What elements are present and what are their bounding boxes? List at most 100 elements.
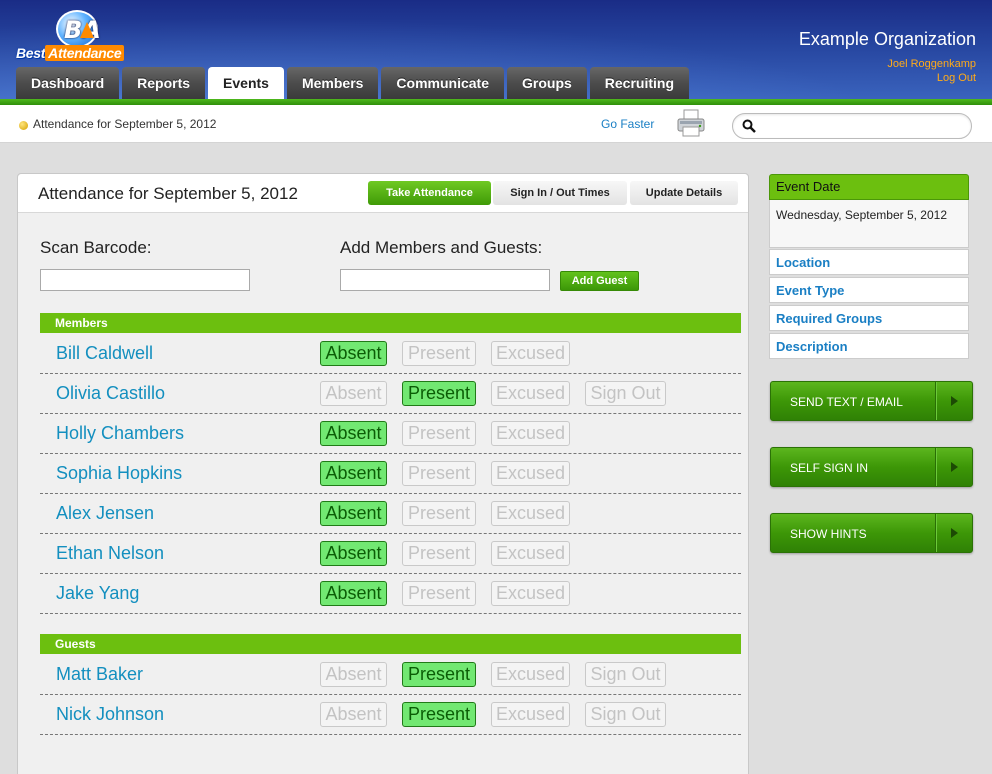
absent-button[interactable]: Absent: [320, 381, 387, 406]
scan-barcode-input[interactable]: [40, 269, 250, 291]
breadcrumb: Attendance for September 5, 2012: [33, 117, 217, 131]
breadcrumb-bullet-icon: [19, 121, 28, 130]
self-sign-in-label: SELF SIGN IN: [790, 461, 869, 475]
arrow-right-icon: [951, 462, 958, 472]
nav-tab-communicate[interactable]: Communicate: [381, 67, 504, 99]
person-name-link[interactable]: Holly Chambers: [56, 423, 184, 444]
signout-button[interactable]: Sign Out: [585, 702, 666, 727]
excused-button[interactable]: Excused: [491, 662, 570, 687]
present-button[interactable]: Present: [402, 381, 476, 406]
excused-button[interactable]: Excused: [491, 541, 570, 566]
send-text-email-label: SEND TEXT / EMAIL: [790, 395, 903, 409]
user-name-link[interactable]: Joel Roggenkamp: [887, 58, 976, 70]
nav-tab-dashboard[interactable]: Dashboard: [16, 67, 120, 99]
search-icon: [742, 119, 756, 133]
nav-tab-recruiting[interactable]: Recruiting: [589, 67, 690, 99]
present-button[interactable]: Present: [402, 581, 476, 606]
present-button[interactable]: Present: [402, 341, 476, 366]
excused-button[interactable]: Excused: [491, 461, 570, 486]
present-button[interactable]: Present: [402, 461, 476, 486]
absent-button[interactable]: Absent: [320, 501, 387, 526]
present-button[interactable]: Present: [402, 501, 476, 526]
absent-button[interactable]: Absent: [320, 541, 387, 566]
excused-button[interactable]: Excused: [491, 381, 570, 406]
button-separator: [935, 448, 936, 486]
absent-button[interactable]: Absent: [320, 421, 387, 446]
arrow-right-icon: [951, 528, 958, 538]
excused-button[interactable]: Excused: [491, 581, 570, 606]
attendance-row: Nick Johnson Absent Present Excused Sign Out: [40, 695, 741, 735]
logo-wordmark: Best Attendance: [16, 45, 125, 61]
arrow-right-icon: [951, 396, 958, 406]
person-name-link[interactable]: Nick Johnson: [56, 704, 164, 725]
logo-mark: BA: [56, 10, 101, 48]
attendance-row: Bill Caldwell Absent Present Excused: [40, 334, 741, 374]
attendance-panel: Attendance for September 5, 2012 Take At…: [17, 173, 749, 774]
go-faster-link[interactable]: Go Faster: [601, 117, 654, 131]
main-nav: Dashboard Reports Events Members Communi…: [16, 67, 690, 99]
button-separator: [935, 514, 936, 552]
signout-button[interactable]: Sign Out: [585, 662, 666, 687]
required-groups-link[interactable]: Required Groups: [769, 305, 969, 331]
members-section-header: Members: [40, 313, 741, 333]
nav-tab-groups[interactable]: Groups: [507, 67, 587, 99]
logout-link[interactable]: Log Out: [937, 72, 976, 84]
absent-button[interactable]: Absent: [320, 662, 387, 687]
nav-tab-events[interactable]: Events: [208, 67, 284, 99]
search-field[interactable]: [732, 113, 972, 139]
attendance-row: Ethan Nelson Absent Present Excused: [40, 534, 741, 574]
present-button[interactable]: Present: [402, 702, 476, 727]
absent-button[interactable]: Absent: [320, 702, 387, 727]
nav-tab-reports[interactable]: Reports: [122, 67, 206, 99]
event-type-link[interactable]: Event Type: [769, 277, 969, 303]
signout-button[interactable]: Sign Out: [585, 381, 666, 406]
tab-update-details[interactable]: Update Details: [630, 181, 738, 205]
logo-letters: BA: [64, 16, 101, 44]
add-members-label: Add Members and Guests:: [340, 238, 543, 257]
present-button[interactable]: Present: [402, 421, 476, 446]
person-name-link[interactable]: Jake Yang: [56, 583, 139, 604]
excused-button[interactable]: Excused: [491, 341, 570, 366]
person-name-link[interactable]: Alex Jensen: [56, 503, 154, 524]
absent-button[interactable]: Absent: [320, 341, 387, 366]
person-name-link[interactable]: Bill Caldwell: [56, 343, 153, 364]
search-input[interactable]: [759, 117, 959, 135]
attendance-row: Jake Yang Absent Present Excused: [40, 574, 741, 614]
add-guest-button[interactable]: Add Guest: [560, 271, 639, 291]
self-sign-in-button[interactable]: SELF SIGN IN: [770, 447, 973, 487]
attendance-row: Holly Chambers Absent Present Excused: [40, 414, 741, 454]
guests-section-header: Guests: [40, 634, 741, 654]
sub-toolbar: Attendance for September 5, 2012 Go Fast…: [0, 105, 992, 143]
tab-take-attendance[interactable]: Take Attendance: [368, 181, 491, 205]
printer-icon[interactable]: [676, 108, 706, 138]
attendance-row: Matt Baker Absent Present Excused Sign Out: [40, 655, 741, 695]
panel-title: Attendance for September 5, 2012: [38, 184, 298, 203]
excused-button[interactable]: Excused: [491, 421, 570, 446]
person-name-link[interactable]: Ethan Nelson: [56, 543, 164, 564]
send-text-email-button[interactable]: SEND TEXT / EMAIL: [770, 381, 973, 421]
nav-tab-members[interactable]: Members: [286, 67, 379, 99]
event-date-header[interactable]: Event Date: [769, 174, 969, 200]
location-link[interactable]: Location: [769, 249, 969, 275]
present-button[interactable]: Present: [402, 541, 476, 566]
person-name-link[interactable]: Matt Baker: [56, 664, 143, 685]
best-attendance-logo[interactable]: BA Best Attendance: [16, 8, 141, 64]
absent-button[interactable]: Absent: [320, 581, 387, 606]
present-button[interactable]: Present: [402, 662, 476, 687]
attendance-row: Sophia Hopkins Absent Present Excused: [40, 454, 741, 494]
logo-word-best: Best: [16, 45, 46, 61]
person-name-link[interactable]: Olivia Castillo: [56, 383, 165, 404]
excused-button[interactable]: Excused: [491, 501, 570, 526]
add-members-input[interactable]: [340, 269, 550, 291]
logo-word-attendance: Attendance: [45, 45, 125, 61]
show-hints-label: SHOW HINTS: [790, 527, 867, 541]
attendance-row: Alex Jensen Absent Present Excused: [40, 494, 741, 534]
tab-sign-in-out-times[interactable]: Sign In / Out Times: [493, 181, 627, 205]
excused-button[interactable]: Excused: [491, 702, 570, 727]
show-hints-button[interactable]: SHOW HINTS: [770, 513, 973, 553]
panel-header: Attendance for September 5, 2012 Take At…: [18, 174, 748, 213]
person-name-link[interactable]: Sophia Hopkins: [56, 463, 182, 484]
description-link[interactable]: Description: [769, 333, 969, 359]
absent-button[interactable]: Absent: [320, 461, 387, 486]
scan-barcode-label: Scan Barcode:: [40, 238, 152, 257]
